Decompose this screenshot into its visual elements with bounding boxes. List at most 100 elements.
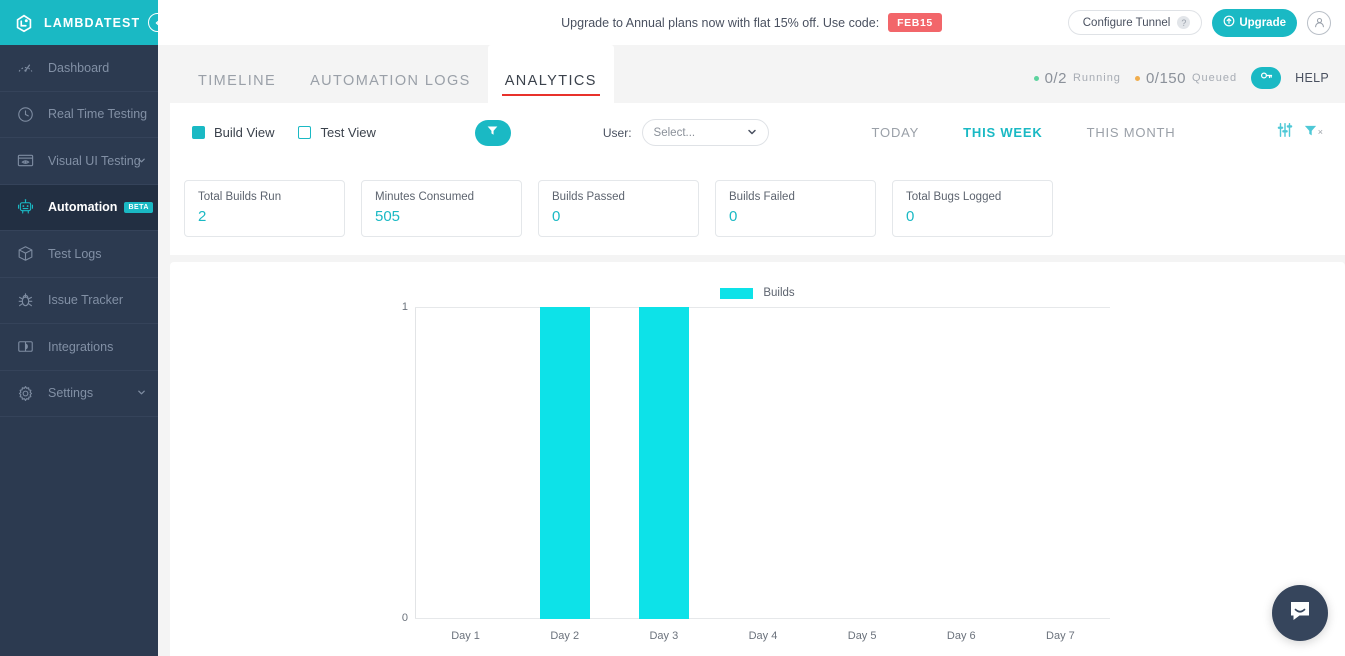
sidebar-item-label: Integrations (48, 340, 113, 354)
box-icon (14, 243, 36, 265)
bar-slot[interactable] (515, 307, 614, 619)
legend-label-builds: Builds (763, 287, 794, 299)
chevron-down-icon (747, 124, 757, 142)
puzzle-circle-icon (14, 336, 36, 358)
y-tick-label: 0 (402, 612, 408, 624)
x-tick-label: Day 2 (515, 630, 614, 642)
x-tick-label: Day 6 (912, 630, 1011, 642)
running-label: Running (1073, 72, 1121, 84)
bar-slot (416, 307, 515, 619)
apply-filter-button[interactable] (475, 120, 511, 146)
key-icon (1259, 68, 1274, 88)
stat-cards: Total Builds Run 2 Minutes Consumed 505 … (170, 162, 1345, 255)
queued-count: 0/150 (1146, 70, 1186, 87)
stat-title: Total Builds Run (198, 191, 331, 203)
user-filter-label: User: (603, 126, 632, 140)
stat-card-total-builds-run: Total Builds Run 2 (184, 180, 345, 237)
help-link[interactable]: HELP (1295, 71, 1329, 85)
sidebar-item-label: Test Logs (48, 247, 102, 261)
sidebar-item-real-time-testing[interactable]: Real Time Testing (0, 92, 158, 139)
running-status-dot (1034, 76, 1039, 81)
stat-value: 2 (198, 208, 331, 225)
sidebar-item-automation[interactable]: Automation BETA (0, 185, 158, 232)
build-view-label: Build View (214, 125, 274, 140)
stat-card-builds-passed: Builds Passed 0 (538, 180, 699, 237)
speedometer-icon (14, 57, 36, 79)
stat-value: 0 (729, 208, 862, 225)
bar-slot (813, 307, 912, 619)
test-view-label: Test View (320, 125, 375, 140)
chart-legend: Builds (170, 287, 1345, 299)
sliders-icon[interactable] (1276, 121, 1294, 144)
range-today[interactable]: TODAY (850, 125, 942, 140)
filter-bar: Build View Test View User: Select... (170, 103, 1345, 162)
promo-code-badge[interactable]: FEB15 (888, 13, 942, 32)
chevron-down-icon (137, 384, 146, 402)
tab-timeline[interactable]: TIMELINE (181, 45, 293, 103)
queued-status-dot (1135, 76, 1140, 81)
user-select-value: Select... (654, 127, 696, 139)
tab-label: AUTOMATION LOGS (310, 73, 471, 89)
upgrade-button[interactable]: Upgrade (1212, 9, 1297, 37)
promo-text: Upgrade to Annual plans now with flat 15… (561, 16, 879, 30)
sidebar-item-label: Settings (48, 386, 93, 400)
sidebar-item-test-logs[interactable]: Test Logs (0, 231, 158, 278)
date-range-group: TODAY THIS WEEK THIS MONTH (850, 125, 1198, 140)
tab-label: TIMELINE (198, 73, 276, 89)
stat-value: 0 (906, 208, 1039, 225)
chevron-down-icon (137, 152, 146, 170)
bar-day-2 (540, 307, 590, 619)
top-bar: Upgrade to Annual plans now with flat 15… (158, 0, 1345, 45)
tab-list: TIMELINE AUTOMATION LOGS ANALYTICS (158, 45, 614, 103)
sidebar-item-visual-ui-testing[interactable]: Visual UI Testing (0, 138, 158, 185)
sidebar-item-settings[interactable]: Settings (0, 371, 158, 418)
chat-widget-button[interactable] (1272, 585, 1328, 641)
stat-title: Minutes Consumed (375, 191, 508, 203)
sidebar-item-dashboard[interactable]: Dashboard (0, 45, 158, 92)
range-this-week[interactable]: THIS WEEK (941, 125, 1064, 140)
tab-label: ANALYTICS (505, 73, 597, 89)
stat-value: 505 (375, 208, 508, 225)
access-key-button[interactable] (1251, 67, 1281, 89)
test-view-checkbox[interactable] (298, 126, 311, 139)
sidebar-item-label: Dashboard (48, 61, 109, 75)
build-view-checkbox[interactable] (192, 126, 205, 139)
user-select[interactable]: Select... (642, 119, 769, 146)
stat-card-builds-failed: Builds Failed 0 (715, 180, 876, 237)
bar-day-3 (639, 307, 689, 619)
queued-label: Queued (1192, 72, 1237, 84)
y-tick-label: 1 (402, 301, 408, 313)
range-this-month[interactable]: THIS MONTH (1065, 125, 1198, 140)
x-tick-label: Day 4 (713, 630, 812, 642)
bar-slot[interactable] (614, 307, 713, 619)
chat-bubble-icon (1287, 598, 1313, 629)
configure-tunnel-label: Configure Tunnel (1083, 17, 1171, 29)
sidebar-item-issue-tracker[interactable]: Issue Tracker (0, 278, 158, 325)
tab-analytics[interactable]: ANALYTICS (488, 45, 614, 103)
clear-filter-button[interactable]: × (1303, 123, 1323, 143)
tab-bar-status: 0/2 Running 0/150 Queued HELP (1034, 67, 1345, 103)
x-tick-label: Day 5 (813, 630, 912, 642)
sidebar-item-label: Real Time Testing (48, 107, 147, 121)
builds-chart-card: Builds 1 0 Day 1 Day 2 Day 3 Day 4 (170, 262, 1345, 656)
stat-title: Builds Failed (729, 191, 862, 203)
status-queued: 0/150 Queued (1135, 70, 1237, 87)
x-tick-label: Day 1 (416, 630, 515, 642)
tab-automation-logs[interactable]: AUTOMATION LOGS (293, 45, 488, 103)
test-view-toggle[interactable]: Test View (298, 125, 375, 140)
tab-bar: TIMELINE AUTOMATION LOGS ANALYTICS 0/2 R… (158, 45, 1345, 103)
question-mark-icon[interactable]: ? (1177, 16, 1190, 29)
configure-tunnel-button[interactable]: Configure Tunnel ? (1068, 10, 1203, 35)
sidebar-item-label: Visual UI Testing (48, 154, 141, 168)
legend-swatch-builds (720, 288, 753, 299)
stat-title: Total Bugs Logged (906, 191, 1039, 203)
bar-slot (912, 307, 1011, 619)
sidebar-item-integrations[interactable]: Integrations (0, 324, 158, 371)
stat-title: Builds Passed (552, 191, 685, 203)
x-tick-label: Day 3 (614, 630, 713, 642)
build-view-toggle[interactable]: Build View (192, 125, 274, 140)
brand-name: LAMBDATEST (44, 16, 140, 30)
chart-plot-area: 1 0 Day 1 Day 2 Day 3 Day 4 Day 5 Day 6 … (415, 307, 1110, 619)
stat-card-minutes-consumed: Minutes Consumed 505 (361, 180, 522, 237)
user-avatar-icon[interactable] (1307, 11, 1331, 35)
